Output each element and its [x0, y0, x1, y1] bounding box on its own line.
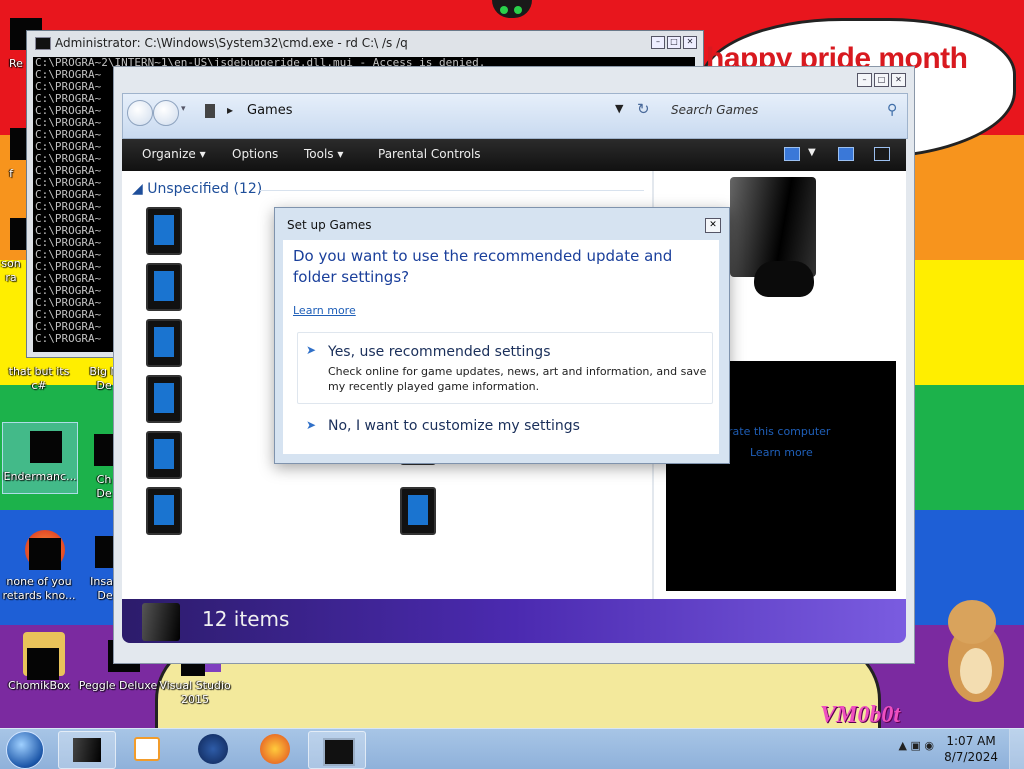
tools-menu[interactable]: Tools ▾: [304, 147, 343, 161]
ps3-icon: [142, 603, 180, 641]
ps3-console-image: [730, 177, 820, 307]
rate-computer-link[interactable]: rate this computer: [728, 425, 830, 438]
cmd-titlebar[interactable]: Administrator: C:\Windows\System32\cmd.e…: [27, 31, 703, 55]
taskbar: ▲ ▣ ◉ 1:07 AM 8/7/2024: [0, 728, 1024, 769]
explorer-window-buttons: – □ ✕: [857, 73, 906, 87]
organize-menu[interactable]: Organize ▾: [142, 147, 206, 161]
search-icon[interactable]: ⚲: [887, 102, 897, 118]
preview-pane-icon[interactable]: [838, 147, 854, 161]
cmd-title-text: Administrator: C:\Windows\System32\cmd.e…: [55, 36, 408, 50]
game-item[interactable]: [146, 431, 182, 479]
customize-settings-option[interactable]: ➤ No, I want to customize my settings: [297, 408, 713, 446]
group-divider: [260, 190, 644, 191]
learn-more-link[interactable]: Learn more: [750, 446, 813, 459]
cmd-icon: [323, 738, 355, 766]
parental-controls-button[interactable]: Parental Controls: [378, 147, 481, 161]
arrow-right-icon: ➤: [306, 343, 317, 357]
item-count: 12 items: [202, 607, 290, 631]
option-title: No, I want to customize my settings: [328, 418, 580, 434]
address-breadcrumb[interactable]: Games: [247, 103, 292, 118]
desktop-icon-son[interactable]: son ra: [0, 210, 26, 285]
desktop-icon-chomikbox[interactable]: ChomikBox: [0, 632, 78, 693]
views-dropdown-icon[interactable]: ▼: [808, 147, 816, 158]
firefox-icon: [17, 528, 65, 572]
command-toolbar: Organize ▾ Options Tools ▾ Parental Cont…: [122, 139, 906, 171]
game-item[interactable]: [146, 207, 182, 255]
clock-time: 1:07 AM: [946, 734, 996, 748]
dialog-body: Do you want to use the recommended updat…: [283, 240, 719, 454]
firefox-icon: [260, 734, 290, 764]
breadcrumb-separator-icon[interactable]: ▸: [227, 103, 233, 117]
recommended-settings-option[interactable]: ➤ Yes, use recommended settings Check on…: [297, 332, 713, 404]
views-icon[interactable]: [784, 147, 800, 161]
desktop-icon-endermanch[interactable]: Endermanc...: [2, 422, 78, 494]
taskbar-cmd[interactable]: [308, 731, 366, 769]
hamster-image: [940, 600, 1008, 705]
close-icon[interactable]: ✕: [891, 73, 906, 87]
option-title: Yes, use recommended settings: [328, 344, 551, 360]
game-item[interactable]: [146, 319, 182, 367]
media-player-icon: [134, 737, 160, 761]
minimize-icon[interactable]: –: [857, 73, 872, 87]
tray-icons[interactable]: ▲ ▣ ◉: [899, 739, 934, 752]
address-dropdown-icon[interactable]: ▼: [615, 102, 623, 115]
show-desktop-button[interactable]: [1009, 729, 1024, 769]
close-icon[interactable]: ✕: [705, 218, 721, 233]
taskbar-firefox[interactable]: [246, 731, 302, 767]
start-button[interactable]: [6, 731, 44, 769]
taskbar-network[interactable]: [184, 731, 240, 767]
cmd-window-buttons: – □ ✕: [651, 36, 697, 49]
game-item[interactable]: [400, 487, 436, 535]
maximize-icon[interactable]: □: [667, 36, 681, 49]
back-button[interactable]: [127, 100, 153, 126]
refresh-icon[interactable]: ↻: [637, 100, 650, 118]
address-bar-row: ▾ ▸ Games ▼ ↻ Search Games ⚲: [122, 93, 908, 139]
options-button[interactable]: Options: [232, 147, 278, 161]
history-dropdown-icon[interactable]: ▾: [181, 104, 186, 114]
cmd-icon: [35, 37, 51, 50]
explorer-icon: [73, 738, 101, 762]
clock-date: 8/7/2024: [944, 750, 998, 764]
minimize-icon[interactable]: –: [651, 36, 665, 49]
learn-more-link[interactable]: Learn more: [293, 304, 356, 317]
games-folder-icon: [205, 104, 215, 118]
help-icon[interactable]: [874, 147, 890, 161]
app-icon: [18, 423, 62, 467]
watermark-text: VM0b0t: [820, 702, 901, 728]
dialog-question: Do you want to use the recommended updat…: [293, 247, 673, 286]
taskbar-games-explorer[interactable]: [58, 731, 116, 769]
details-pane: 12 items: [122, 599, 906, 643]
network-icon: [198, 734, 228, 764]
chomikbox-icon: [17, 632, 65, 680]
maximize-icon[interactable]: □: [874, 73, 889, 87]
group-header[interactable]: ◢ Unspecified (12): [132, 181, 262, 197]
close-icon[interactable]: ✕: [683, 36, 697, 49]
game-item[interactable]: [146, 375, 182, 423]
clock[interactable]: 1:07 AM 8/7/2024: [944, 733, 998, 765]
search-input[interactable]: Search Games: [671, 103, 758, 117]
game-item[interactable]: [146, 487, 182, 535]
game-item[interactable]: [146, 263, 182, 311]
forward-button[interactable]: [153, 100, 179, 126]
desktop-icon-none-of-you[interactable]: none of you retards kno...: [0, 528, 78, 603]
arrow-right-icon: ➤: [306, 418, 317, 432]
option-description: Check online for game updates, news, art…: [328, 365, 707, 393]
dialog-title: Set up Games: [287, 218, 372, 232]
taskbar-media-player[interactable]: [120, 731, 176, 767]
setup-games-dialog[interactable]: Set up Games ✕ Do you want to use the re…: [274, 207, 730, 464]
desktop-icon-1[interactable]: f: [0, 120, 26, 181]
